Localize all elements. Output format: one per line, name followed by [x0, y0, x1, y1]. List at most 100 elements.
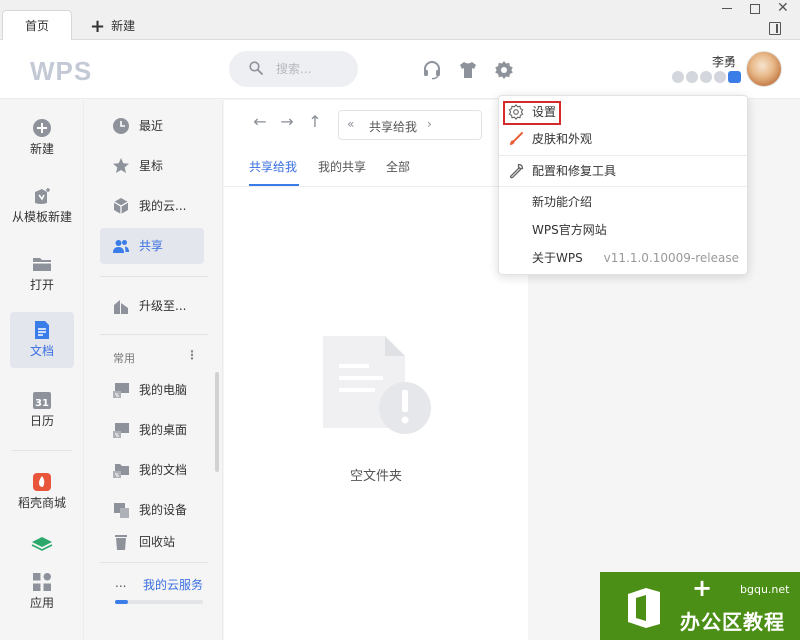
menu-item-about[interactable]: 关于WPS v11.1.0.10009-release	[499, 244, 747, 272]
menu-divider	[499, 186, 747, 187]
headset-icon[interactable]	[422, 60, 442, 80]
sidebar-item-my-devices[interactable]: 我的设备	[100, 492, 204, 528]
back-arrow-icon[interactable]: ←	[252, 114, 268, 130]
sidebar-item-my-computer[interactable]: 我的电脑	[100, 372, 204, 408]
menu-divider	[499, 155, 747, 156]
search-input[interactable]: 搜索...	[276, 61, 311, 77]
devices-icon	[114, 503, 129, 518]
documents-folder-icon	[113, 464, 129, 478]
office-logo-icon	[628, 588, 660, 628]
sidebar-item-label: 星标	[139, 159, 164, 173]
nav-item-open[interactable]: 打开	[10, 246, 74, 302]
close-button[interactable]: ✕	[777, 1, 791, 15]
chevron-right-icon[interactable]: ›	[427, 117, 432, 131]
sidebar-item-label: 共享	[139, 239, 164, 253]
menu-item-repair-tool[interactable]: 配置和修复工具	[499, 157, 747, 185]
empty-folder-text: 空文件夹	[349, 469, 402, 484]
menu-item-whats-new[interactable]: 新功能介绍	[499, 188, 747, 216]
sidebar-item-recent[interactable]: 最近	[100, 108, 204, 144]
tab-bar: 首页 + 新建 ✕	[0, 0, 800, 41]
sidebar-item-label: 回收站	[139, 535, 176, 549]
sidebar-item-cloud[interactable]: 我的云...	[100, 188, 204, 224]
nav-item-docer-store[interactable]: 稻壳商城	[10, 464, 74, 520]
sidebar-item-my-documents[interactable]: 我的文档	[100, 452, 204, 488]
sidebar-divider	[100, 334, 208, 335]
menu-item-skin[interactable]: 皮肤和外观	[499, 125, 747, 153]
folder-icon	[33, 258, 51, 271]
calendar-icon: 31	[33, 392, 51, 409]
secondary-nav: 最近 星标 我的云... 共享 升级至... 常用 ⋮ 我的电脑 我的桌面 我的…	[85, 100, 223, 640]
tab-home[interactable]: 首页	[2, 10, 72, 41]
user-name[interactable]: 李勇	[712, 53, 736, 70]
forward-arrow-icon[interactable]: →	[279, 114, 295, 130]
tab-shared-with-me[interactable]: 共享给我	[249, 158, 297, 175]
tab-my-shares[interactable]: 我的共享	[318, 158, 366, 175]
docer-store-icon	[33, 473, 51, 491]
menu-item-label: 新功能介绍	[532, 195, 593, 209]
sidebar-item-label: 升级至...	[139, 299, 187, 313]
cube-icon	[113, 198, 129, 214]
avatar[interactable]	[746, 51, 782, 87]
breadcrumb-current[interactable]: 共享给我	[369, 118, 417, 135]
apps-grid-icon	[33, 573, 51, 591]
nav-item-documents[interactable]: 文档	[10, 312, 74, 368]
more-options-icon[interactable]: ⋮	[186, 348, 198, 362]
menu-item-settings[interactable]: 设置	[499, 98, 747, 126]
sidebar-divider	[100, 562, 208, 563]
main-panel: ← → ↑ « 共享给我 › 共享给我 我的共享 全部 空文件夹	[224, 100, 528, 640]
trash-icon	[115, 535, 127, 550]
menu-item-official-site[interactable]: WPS官方网站	[499, 216, 747, 244]
computer-icon	[113, 383, 129, 398]
up-arrow-icon[interactable]: ↑	[307, 114, 323, 130]
sidebar-item-label: 我的设备	[139, 503, 188, 517]
sidebar-item-shared[interactable]: 共享	[100, 228, 204, 264]
plus-icon: +	[692, 574, 713, 602]
watermark-title: 办公区教程	[680, 610, 785, 634]
cloud-quota-fill	[115, 600, 129, 604]
cloud-service-label: 我的云服务	[143, 578, 204, 592]
nav-item-calendar[interactable]: 31 日历	[10, 382, 74, 438]
wrench-icon	[509, 163, 524, 179]
nav-item-new[interactable]: 新建	[10, 110, 74, 166]
svg-text:31: 31	[35, 398, 49, 409]
new-tab-button[interactable]: + 新建	[90, 16, 135, 37]
maximize-button[interactable]	[750, 4, 760, 14]
side-panel-toggle-icon[interactable]	[769, 22, 781, 35]
nav-item-label: 稻壳商城	[17, 496, 66, 510]
nav-item-label: 打开	[29, 278, 54, 292]
search-box[interactable]: 搜索...	[229, 51, 358, 87]
menu-item-label: WPS官方网站	[532, 223, 607, 237]
nav-item-apps[interactable]: 应用	[10, 564, 74, 620]
membership-badges[interactable]	[672, 71, 743, 85]
layers-icon[interactable]	[31, 536, 53, 552]
breadcrumb[interactable]: « 共享给我 ›	[338, 110, 482, 140]
badge-icon	[686, 71, 698, 83]
sidebar-item-starred[interactable]: 星标	[100, 148, 204, 184]
sidebar-item-upgrade[interactable]: 升级至...	[100, 288, 204, 324]
sidebar-item-recycle-bin[interactable]: 回收站	[100, 524, 204, 560]
minimize-button[interactable]	[722, 8, 732, 9]
gear-icon[interactable]	[494, 60, 514, 80]
nav-item-label: 应用	[29, 596, 54, 610]
breadcrumb-collapse-icon[interactable]: «	[347, 117, 354, 131]
menu-item-label: 关于WPS	[532, 251, 583, 265]
settings-menu: 设置 皮肤和外观 配置和修复工具 新功能介绍 WPS官方网站 关于WPS v11…	[498, 95, 748, 275]
empty-folder-icon	[323, 336, 431, 434]
upgrade-icon	[114, 300, 128, 314]
tab-all[interactable]: 全部	[386, 158, 410, 175]
nav-item-label: 日历	[29, 414, 54, 428]
desktop-icon	[113, 423, 129, 438]
plus-circle-icon	[33, 119, 51, 137]
clock-icon	[113, 118, 129, 134]
nav-item-template[interactable]: 从模板新建	[10, 178, 74, 234]
search-icon	[249, 61, 263, 75]
star-icon	[113, 158, 129, 173]
watermark: + bgqu.net 办公区教程	[600, 572, 800, 640]
template-icon	[35, 188, 50, 204]
sidebar-item-label: 我的电脑	[139, 383, 188, 397]
users-icon	[113, 240, 129, 253]
sidebar-scrollbar[interactable]	[215, 372, 219, 472]
sidebar-item-my-desktop[interactable]: 我的桌面	[100, 412, 204, 448]
left-nav: 新建 从模板新建 打开 文档 31 日历 稻壳商城 应用	[0, 100, 84, 640]
skin-shirt-icon[interactable]	[458, 60, 478, 80]
